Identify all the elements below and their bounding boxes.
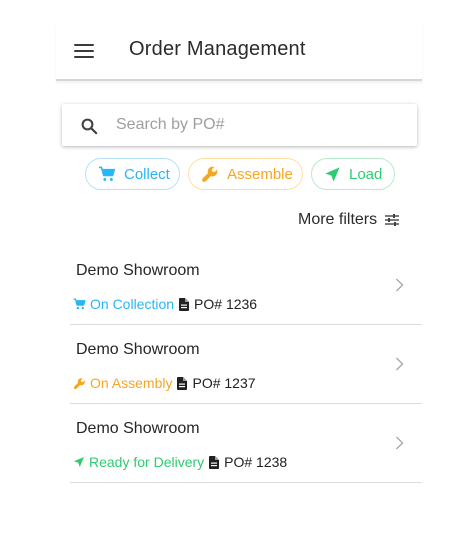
filter-chip-collect[interactable]: Collect — [85, 158, 180, 190]
order-title: Demo Showroom — [76, 341, 200, 358]
document-icon — [177, 376, 188, 390]
order-status-label: On Assembly — [90, 375, 173, 391]
order-po-number: PO# 1238 — [224, 454, 288, 470]
chip-label: Assemble — [227, 165, 293, 183]
page-title: Order Management — [129, 38, 306, 60]
hamburger-menu-icon[interactable] — [74, 42, 94, 58]
order-status: On Collection — [73, 296, 174, 312]
order-title: Demo Showroom — [76, 262, 200, 279]
order-list-item[interactable]: Demo Showroom On Collection PO# 1236 — [70, 246, 422, 325]
order-status: On Assembly — [73, 375, 172, 391]
order-po: PO# 1238 — [209, 454, 287, 470]
order-management-app: Order Management Collect Assemble Load — [0, 0, 462, 546]
document-icon — [209, 455, 220, 469]
search-bar — [62, 104, 417, 146]
order-subtitle: On Assembly PO# 1237 — [73, 375, 256, 391]
chip-label: Load — [349, 165, 383, 183]
tune-icon — [385, 214, 400, 226]
chevron-right-icon — [396, 436, 404, 450]
order-list-item[interactable]: Demo Showroom On Assembly PO# 1237 — [70, 325, 422, 404]
chevron-right-icon — [396, 357, 404, 371]
search-icon — [81, 118, 98, 135]
order-po-number: PO# 1237 — [192, 375, 256, 391]
wrench-icon — [202, 166, 218, 182]
order-status: Ready for Delivery — [73, 454, 204, 470]
wrench-icon — [73, 377, 85, 389]
order-po-number: PO# 1236 — [194, 296, 258, 312]
order-title: Demo Showroom — [76, 420, 200, 437]
filter-chip-assemble[interactable]: Assemble — [188, 158, 303, 190]
filter-chip-load[interactable]: Load — [311, 158, 395, 190]
order-list-item[interactable]: Demo Showroom Ready for Delivery PO# 123… — [70, 404, 422, 483]
cart-icon — [99, 166, 116, 181]
cart-icon — [73, 298, 86, 310]
navigation-arrow-icon — [74, 457, 84, 467]
order-status-label: On Collection — [90, 296, 175, 312]
order-po: PO# 1236 — [179, 296, 257, 312]
navigation-arrow-icon — [325, 166, 340, 182]
chip-label: Collect — [124, 165, 170, 183]
search-input[interactable] — [116, 112, 406, 138]
more-filters-button[interactable]: More filters — [298, 210, 400, 230]
order-po: PO# 1237 — [177, 375, 256, 391]
app-header: Order Management — [56, 24, 422, 81]
order-subtitle: On Collection PO# 1236 — [73, 296, 257, 312]
order-subtitle: Ready for Delivery PO# 1238 — [73, 454, 287, 470]
more-filters-label: More filters — [298, 211, 378, 228]
document-icon — [179, 297, 190, 311]
chevron-right-icon — [396, 278, 404, 292]
order-status-label: Ready for Delivery — [89, 454, 205, 470]
order-list: Demo Showroom On Collection PO# 1236 Dem… — [70, 246, 422, 483]
